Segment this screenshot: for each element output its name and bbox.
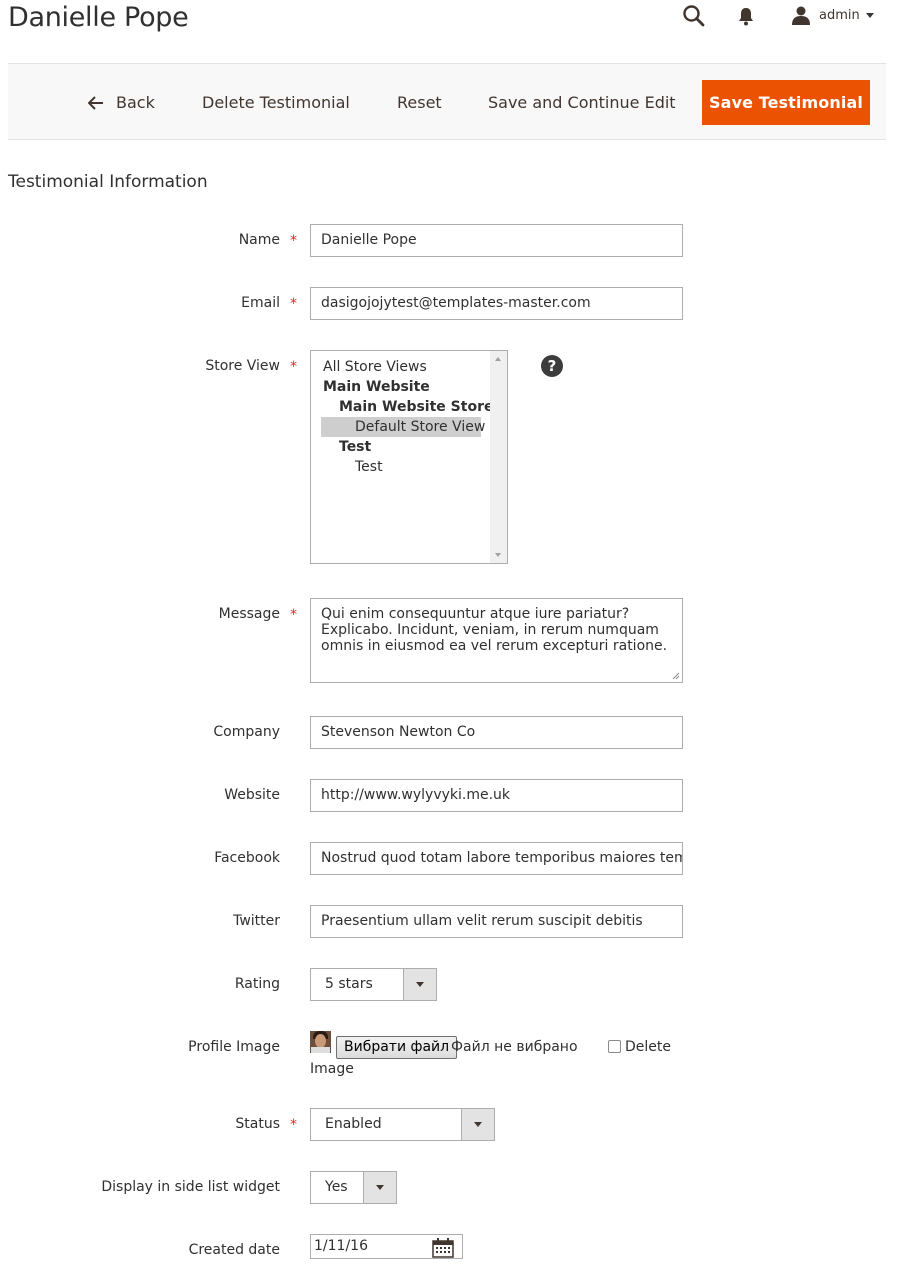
dropdown-button[interactable] xyxy=(461,1109,494,1140)
chevron-down-icon xyxy=(416,982,424,987)
bell-icon[interactable] xyxy=(737,6,755,26)
status-label: Status xyxy=(235,1116,280,1132)
company-label: Company xyxy=(213,724,280,740)
store-group-main-website-store: Main Website Store xyxy=(339,399,494,415)
arrow-left-icon xyxy=(88,95,103,110)
multiselect-scrollbar[interactable] xyxy=(490,351,507,563)
store-view-label: Store View xyxy=(205,358,280,374)
rating-select[interactable]: 5 stars xyxy=(310,968,437,1001)
store-option-all[interactable]: All Store Views xyxy=(323,357,427,377)
required-marker: * xyxy=(290,359,297,375)
status-value: Enabled xyxy=(325,1116,382,1132)
required-marker: * xyxy=(290,1117,297,1133)
delete-image-checkbox[interactable] xyxy=(608,1040,621,1053)
message-label: Message xyxy=(218,606,280,622)
reset-button[interactable]: Reset xyxy=(397,80,442,125)
name-field[interactable]: Danielle Pope xyxy=(310,224,683,257)
file-status-text: Файл не вибрано xyxy=(451,1039,578,1055)
dropdown-button[interactable] xyxy=(363,1172,396,1203)
message-textarea[interactable]: Qui enim consequuntur atque iure pariatu… xyxy=(310,598,683,683)
website-field[interactable]: http://www.wylyvyki.me.uk xyxy=(310,779,683,812)
store-view-multiselect[interactable]: All Store Views Main Website Main Websit… xyxy=(310,350,508,564)
back-button[interactable]: Back xyxy=(88,80,155,125)
side-list-label: Display in side list widget xyxy=(101,1179,280,1195)
message-text: Qui enim consequuntur atque iure pariatu… xyxy=(321,606,668,654)
email-label: Email xyxy=(241,295,280,311)
side-list-select[interactable]: Yes xyxy=(310,1171,397,1204)
user-menu[interactable]: admin xyxy=(791,4,874,26)
chevron-down-icon xyxy=(376,1185,384,1190)
save-and-continue-button[interactable]: Save and Continue Edit xyxy=(488,80,676,125)
required-marker: * xyxy=(290,233,297,249)
help-icon[interactable]: ? xyxy=(541,355,563,377)
store-option-test[interactable]: Test xyxy=(355,457,383,477)
scroll-up-icon[interactable] xyxy=(495,357,501,361)
header-actions: admin xyxy=(0,0,900,40)
company-field[interactable]: Stevenson Newton Co xyxy=(310,716,683,749)
scroll-down-icon[interactable] xyxy=(495,553,501,557)
email-field[interactable]: dasigojojytest@templates-master.com xyxy=(310,287,683,320)
calendar-icon[interactable] xyxy=(432,1238,454,1258)
resize-grip-icon[interactable] xyxy=(672,672,680,680)
save-testimonial-button[interactable]: Save Testimonial xyxy=(702,80,870,125)
status-select[interactable]: Enabled xyxy=(310,1108,495,1141)
dropdown-button[interactable] xyxy=(403,969,436,1000)
twitter-field[interactable]: Praesentium ullam velit rerum suscipit d… xyxy=(310,905,683,938)
search-icon[interactable] xyxy=(682,4,706,28)
delete-testimonial-button[interactable]: Delete Testimonial xyxy=(202,80,350,125)
delete-image-label-continued: Image xyxy=(310,1061,354,1077)
chevron-down-icon xyxy=(474,1122,482,1127)
chevron-down-icon xyxy=(865,12,874,18)
store-group-test: Test xyxy=(339,439,372,455)
store-group-main-website: Main Website xyxy=(323,379,430,395)
twitter-label: Twitter xyxy=(233,913,280,929)
profile-image-label: Profile Image xyxy=(188,1039,280,1055)
section-title: Testimonial Information xyxy=(8,172,208,192)
delete-image-label: Delete xyxy=(625,1039,671,1055)
rating-value: 5 stars xyxy=(325,976,373,992)
facebook-label: Facebook xyxy=(214,850,280,866)
page-actions-bar: Back Delete Testimonial Reset Save and C… xyxy=(8,63,886,140)
created-date-label: Created date xyxy=(188,1242,280,1258)
website-label: Website xyxy=(224,787,280,803)
facebook-field[interactable]: Nostrud quod totam labore temporibus mai… xyxy=(310,842,683,875)
user-icon xyxy=(792,6,810,25)
store-option-default-store-view[interactable]: Default Store View xyxy=(321,417,485,437)
profile-thumbnail xyxy=(310,1031,331,1053)
user-name: admin xyxy=(819,7,860,23)
rating-label: Rating xyxy=(234,976,280,992)
choose-file-button[interactable]: Вибрати файл xyxy=(336,1036,458,1059)
name-label: Name xyxy=(238,232,280,248)
required-marker: * xyxy=(290,296,297,312)
back-label: Back xyxy=(116,93,155,112)
side-list-value: Yes xyxy=(325,1179,348,1195)
required-marker: * xyxy=(290,607,297,623)
